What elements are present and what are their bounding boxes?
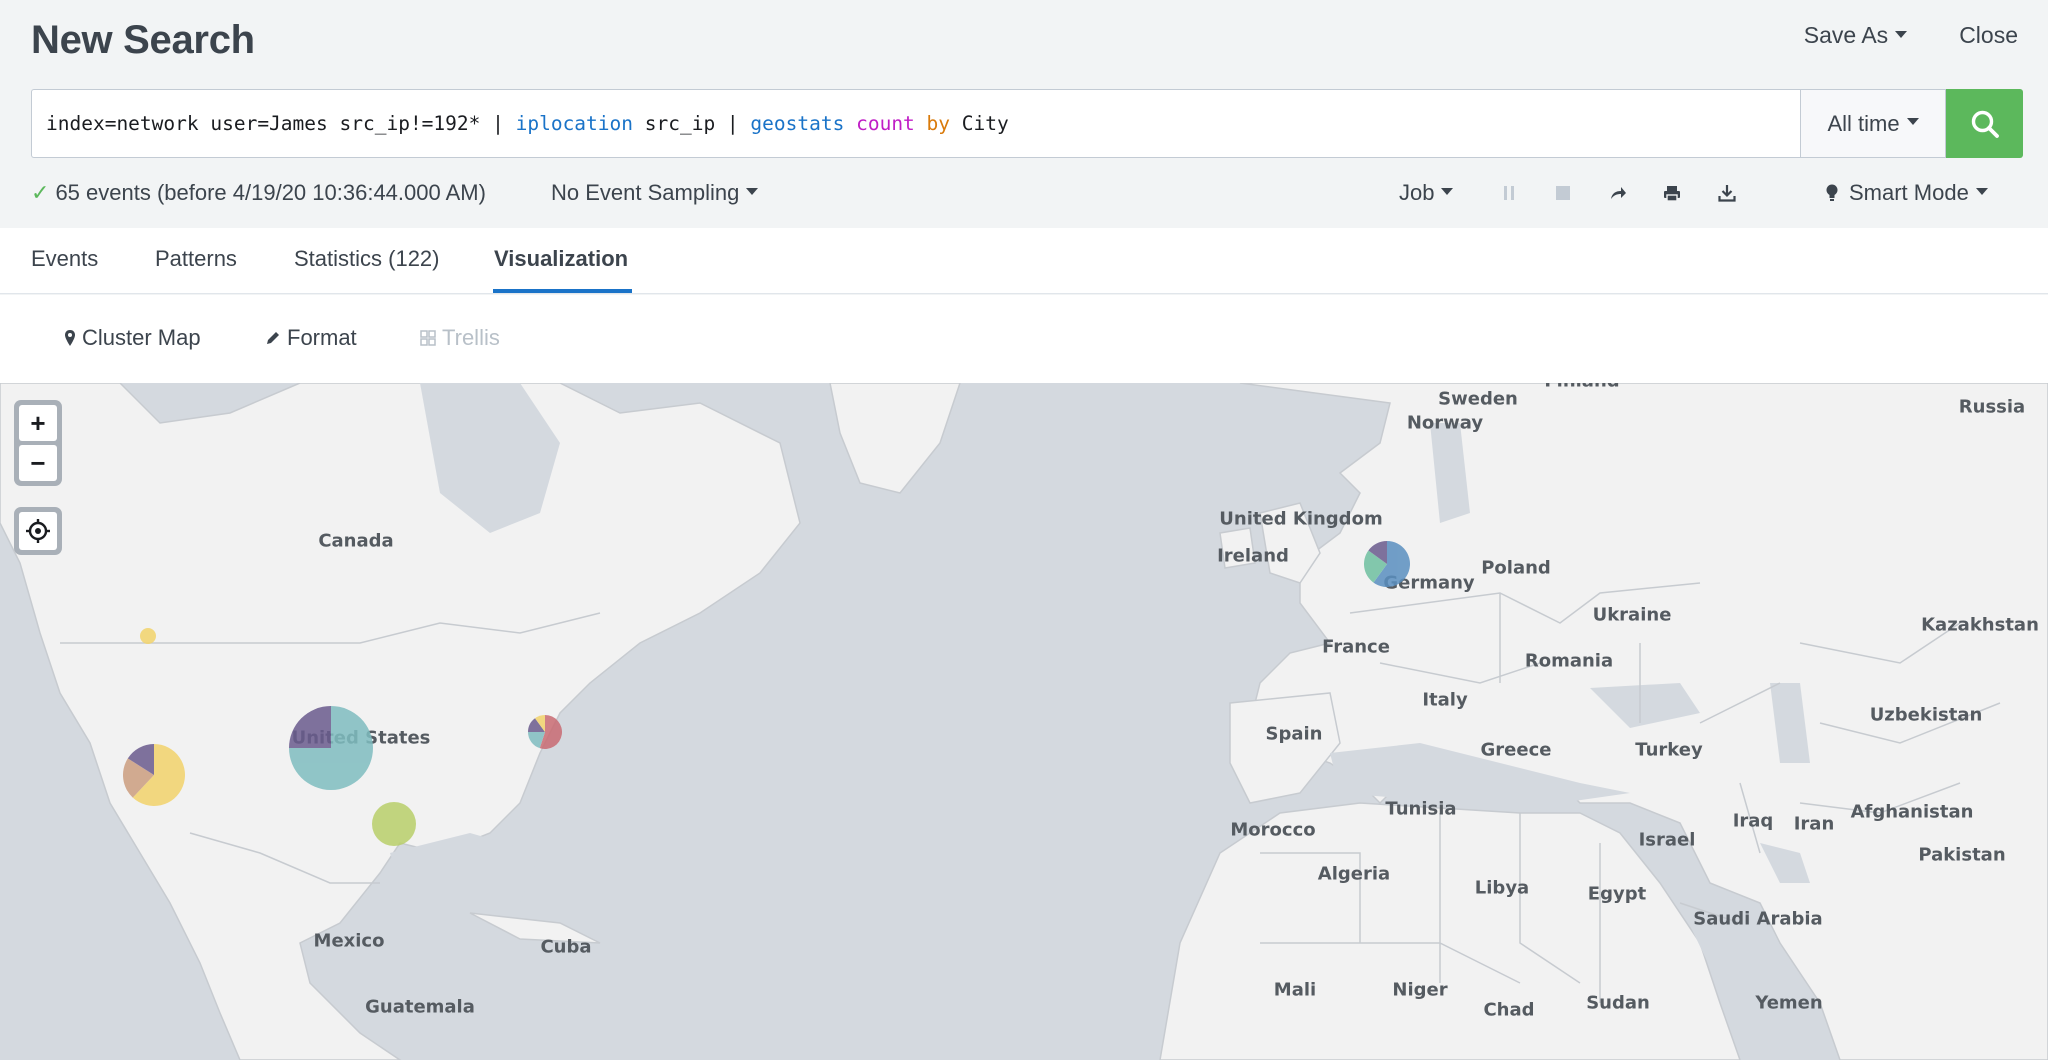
stop-icon [1556, 186, 1570, 200]
share-icon [1611, 187, 1626, 199]
pause-icon [1504, 186, 1514, 200]
query-token [844, 112, 856, 135]
event-count-status: ✓ 65 events (before 4/19/20 10:36:44.000… [31, 178, 486, 208]
search-mode-dropdown[interactable]: Smart Mode [1825, 178, 1988, 208]
chevron-down-icon [746, 187, 759, 195]
export-button[interactable] [1713, 178, 1741, 208]
cluster-marker[interactable] [528, 715, 562, 749]
plus-icon: + [30, 407, 46, 438]
result-tabs: Events Patterns Statistics (122) Visuali… [0, 228, 2048, 294]
page-title: New Search [31, 18, 255, 62]
search-bar: index=network user=James src_ip!=192* | … [31, 89, 2023, 158]
close-button[interactable]: Close [1959, 22, 2018, 49]
event-sampling-label: No Event Sampling [551, 180, 740, 205]
query-token: City [950, 112, 1009, 135]
trellis-label: Trellis [442, 325, 500, 350]
stop-button[interactable] [1549, 178, 1577, 208]
pencil-icon [267, 332, 279, 344]
job-menu[interactable]: Job [1399, 178, 1454, 208]
tab-events[interactable]: Events [31, 246, 98, 272]
cluster-slice [289, 706, 331, 748]
tab-visualization[interactable]: Visualization [494, 246, 628, 272]
trellis-button[interactable]: Trellis [420, 325, 500, 351]
query-token: iplocation [515, 112, 634, 135]
cluster-marker[interactable] [289, 706, 373, 790]
cluster-marker[interactable] [372, 802, 416, 846]
print-button[interactable] [1658, 178, 1686, 208]
cluster-slice [372, 802, 416, 846]
time-range-picker[interactable]: All time [1800, 89, 1946, 158]
save-as-label: Save As [1803, 22, 1889, 48]
chevron-down-icon [1895, 31, 1908, 39]
search-mode-label: Smart Mode [1849, 180, 1969, 205]
zoom-in-button[interactable]: + [19, 405, 57, 441]
cluster-marker[interactable] [123, 744, 185, 806]
query-token: by [926, 112, 951, 135]
zoom-controls: + − [14, 400, 62, 486]
check-icon: ✓ [31, 180, 50, 205]
cluster-slice [140, 628, 156, 644]
query-token: index=network user=James src_ip!=192* | [46, 112, 516, 135]
chevron-down-icon [1906, 118, 1919, 125]
reset-view-button[interactable] [19, 512, 57, 550]
pause-button[interactable] [1495, 178, 1523, 208]
zoom-out-button[interactable]: − [19, 445, 57, 481]
query-token: geostats [750, 112, 845, 135]
cluster-marker[interactable] [1364, 541, 1410, 587]
format-label: Format [287, 325, 357, 350]
minus-icon: − [30, 447, 46, 478]
grid-icon [420, 330, 436, 346]
save-as-menu[interactable]: Save As [1803, 22, 1908, 49]
active-tab-indicator [493, 289, 632, 293]
query-token: count [856, 112, 915, 135]
tab-statistics[interactable]: Statistics (122) [294, 246, 440, 272]
time-range-label: All time [1827, 110, 1900, 136]
event-count-text: 65 events (before 4/19/20 10:36:44.000 A… [55, 180, 486, 205]
chevron-down-icon [1441, 187, 1454, 195]
visualization-toolbar: Cluster Map Format Trellis [0, 295, 2048, 383]
search-input[interactable]: index=network user=James src_ip!=192* | … [31, 89, 1800, 158]
event-sampling-dropdown[interactable]: No Event Sampling [551, 178, 759, 208]
print-icon [1664, 185, 1680, 202]
map-pin-icon [65, 330, 75, 346]
search-header: New Search Save As Close index=network u… [0, 0, 2048, 228]
query-token [915, 112, 927, 135]
cluster-marker[interactable] [140, 628, 156, 644]
download-icon [1718, 185, 1736, 202]
job-status-row: ✓ 65 events (before 4/19/20 10:36:44.000… [31, 178, 2021, 208]
query-token: src_ip | [633, 112, 751, 135]
job-label: Job [1399, 180, 1435, 205]
chevron-down-icon [1975, 187, 1988, 195]
share-button[interactable] [1604, 178, 1632, 208]
format-button[interactable]: Format [265, 325, 357, 351]
tab-patterns[interactable]: Patterns [155, 246, 237, 272]
visualization-type-picker[interactable]: Cluster Map [64, 325, 201, 351]
visualization-type-label: Cluster Map [82, 325, 201, 350]
reset-view-control [14, 507, 62, 555]
cluster-map[interactable]: SwedenFinlandNorwayRussiaCanadaUnited Ki… [0, 383, 2048, 1060]
search-button[interactable] [1946, 89, 2023, 158]
cluster-markers [123, 541, 1410, 846]
header-actions: Save As Close [1804, 22, 2018, 49]
lightbulb-icon [1826, 184, 1838, 201]
crosshair-icon [26, 519, 50, 543]
search-icon [1971, 110, 1999, 138]
